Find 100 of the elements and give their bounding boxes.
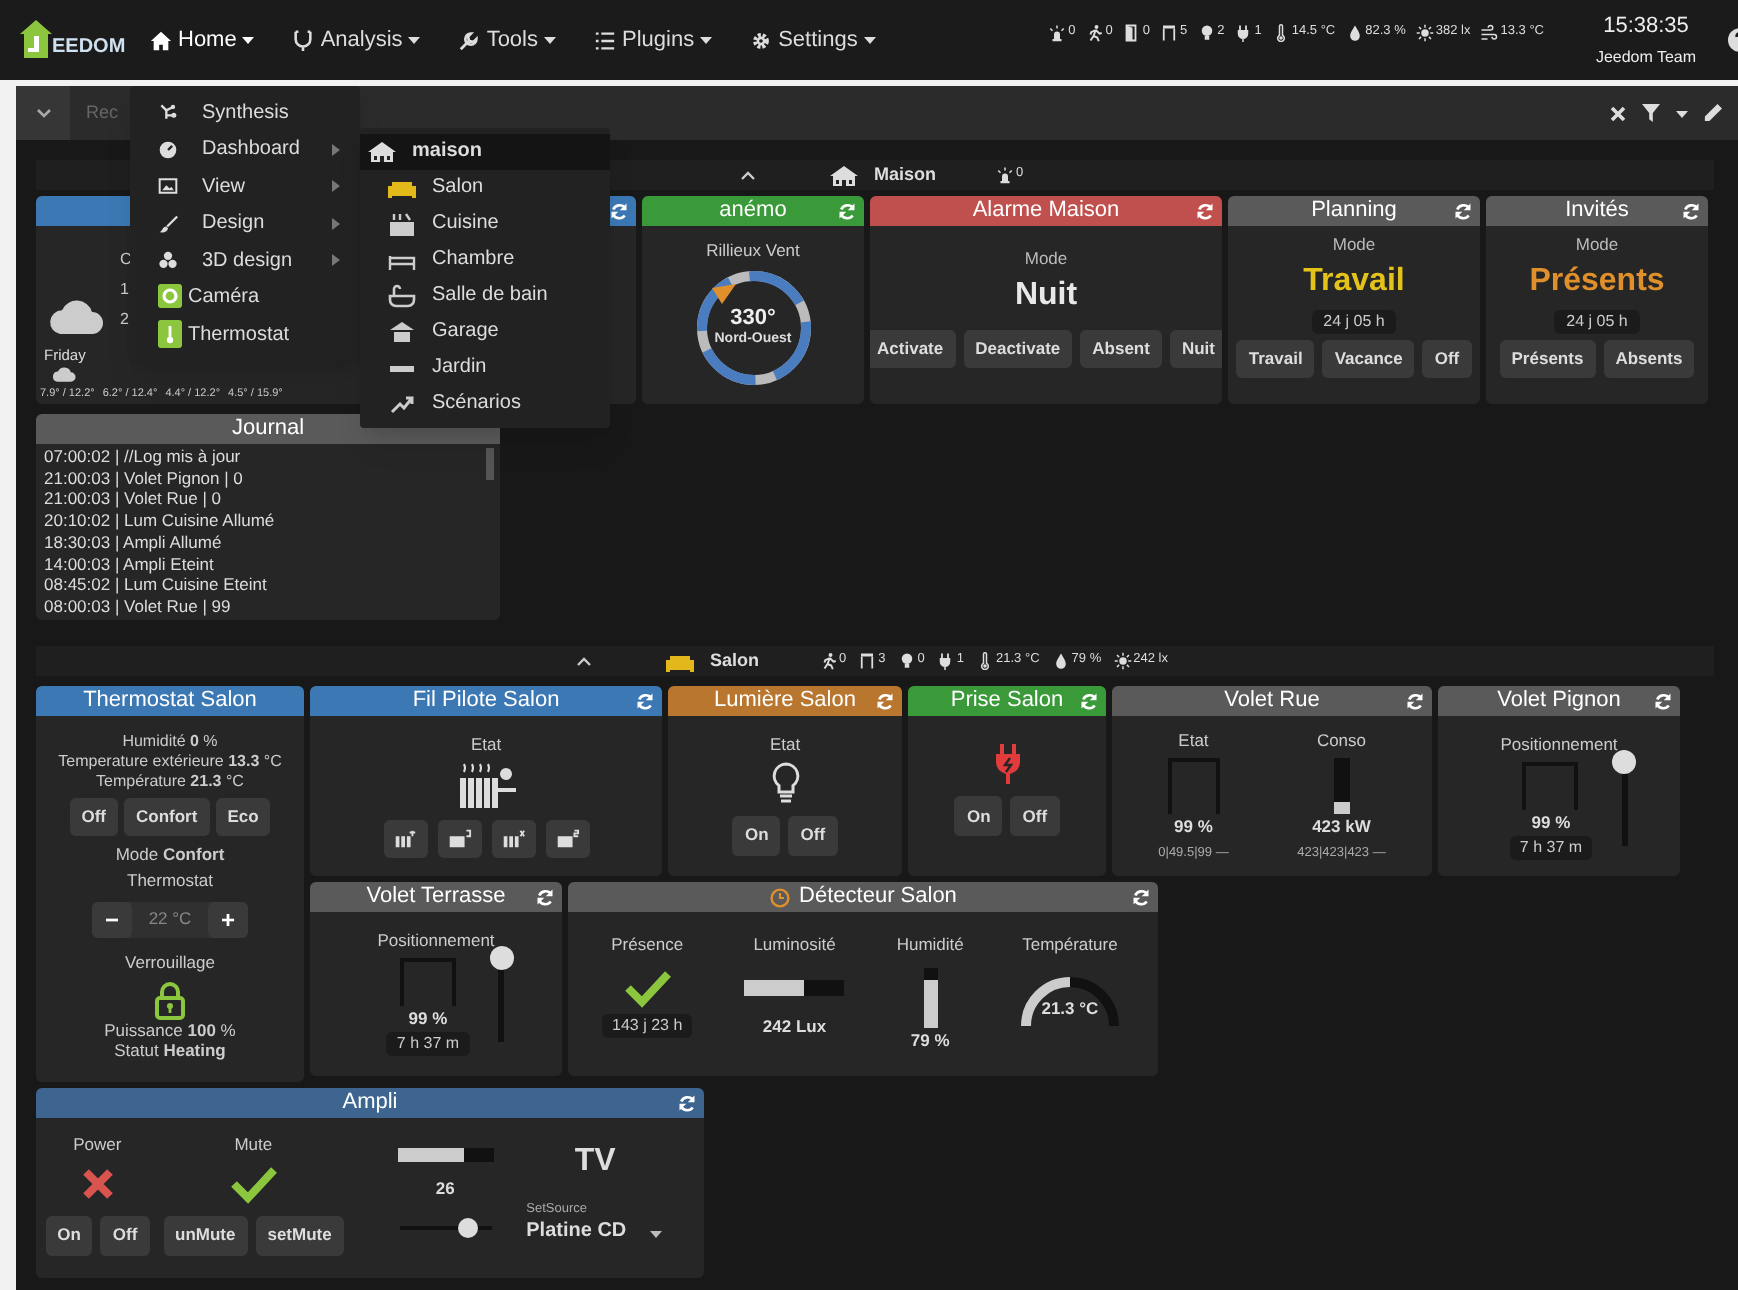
submenu-item[interactable]: Salon (360, 169, 610, 205)
menu-item[interactable]: Synthesis (130, 94, 360, 131)
widget-button[interactable]: Off (1422, 339, 1472, 378)
refresh-icon[interactable] (876, 692, 894, 710)
widget-button[interactable]: On (732, 815, 781, 856)
small-cloud-icon (52, 366, 77, 383)
preset-button[interactable] (383, 819, 427, 858)
increase-button[interactable]: + (208, 901, 248, 937)
widget-button[interactable]: Nuit (1169, 329, 1222, 368)
position-label: Positionnement (1500, 732, 1618, 758)
sensor-label: Présence (611, 932, 684, 958)
refresh-icon[interactable] (536, 888, 554, 906)
submenu-item[interactable]: Cuisine (360, 205, 610, 241)
widget-button[interactable]: Deactivate (963, 329, 1073, 368)
chevron-up-icon (740, 170, 756, 180)
nav-menu[interactable]: Analysis (292, 23, 421, 57)
slider-thumb[interactable] (489, 946, 514, 971)
refresh-icon[interactable] (1654, 692, 1672, 710)
pencil-icon[interactable] (1704, 104, 1722, 122)
refresh-icon[interactable] (1454, 202, 1472, 220)
nav-menu[interactable]: Plugins (594, 23, 713, 57)
position-label: Positionnement (377, 928, 495, 954)
siren-icon (1048, 23, 1067, 41)
search-field[interactable]: Rec (86, 99, 120, 127)
widget-title: Lumière Salon (714, 686, 856, 717)
submenu-item[interactable]: Chambre (360, 241, 610, 277)
user-name[interactable]: Jeedom Team (1595, 46, 1697, 71)
widget-button[interactable]: Off (69, 798, 118, 836)
widget-button[interactable]: unMute (163, 1215, 248, 1256)
preset-button[interactable] (437, 819, 481, 858)
slider-thumb[interactable] (1612, 750, 1637, 775)
scrollbar-thumb[interactable] (486, 448, 494, 480)
nav-menu[interactable]: Settings (750, 23, 876, 57)
refresh-icon[interactable] (1080, 692, 1098, 710)
refresh-icon[interactable] (1682, 202, 1700, 220)
thermostat-name: Thermostat (127, 867, 213, 893)
refresh-icon[interactable] (838, 202, 856, 220)
submenu-item[interactable]: Salle de bain (360, 277, 610, 313)
garage-icon (388, 319, 416, 343)
preset-button[interactable] (545, 819, 589, 858)
weather-text: 1 (120, 280, 131, 300)
sun-icon (1113, 652, 1132, 670)
decrease-button[interactable]: − (92, 901, 132, 937)
filter-icon[interactable] (1642, 104, 1660, 122)
sensor-label: Température (1022, 932, 1118, 958)
widget-button[interactable]: Vacance (1322, 339, 1415, 378)
submenu-item[interactable]: maison (360, 133, 610, 169)
widget-button[interactable]: Off (788, 815, 838, 856)
house-icon (368, 139, 396, 163)
widget-button[interactable]: Absent (1080, 329, 1162, 368)
submenu-item[interactable]: Garage (360, 313, 610, 349)
widget-title: Détecteur Salon (799, 882, 957, 913)
widget-button[interactable]: Activate (870, 329, 956, 368)
caret-icon (408, 34, 421, 46)
mode-label: Mode (1024, 246, 1068, 272)
widget-button[interactable]: Confort (124, 798, 210, 836)
gauge-icon (158, 139, 178, 160)
close-icon[interactable] (1610, 105, 1626, 121)
preset-button[interactable] (491, 819, 535, 858)
log-line: 14:00:03 | Ampli Eteint (44, 553, 216, 575)
widget-button[interactable]: Absents (1603, 339, 1695, 378)
duration-value: 24 j 05 h (1554, 309, 1640, 334)
menu-item[interactable]: 3D design (130, 242, 360, 279)
mode-value: Nuit (1014, 275, 1078, 316)
mode-label: Mode (1575, 232, 1619, 258)
log-line: 18:30:03 | Ampli Allumé (44, 531, 224, 554)
menu-item[interactable]: Thermostat (130, 316, 360, 353)
submenu-item[interactable]: Jardin (360, 349, 610, 385)
widget-button[interactable]: Travail (1236, 339, 1315, 378)
refresh-icon[interactable] (636, 692, 654, 710)
volume-slider-thumb[interactable] (458, 1217, 479, 1238)
position-value: 99 % (408, 1005, 448, 1031)
widget-button[interactable]: Off (1010, 796, 1060, 836)
radiator-icon (554, 827, 580, 850)
nav-menu[interactable]: Tools (458, 23, 556, 57)
consumption-label: Conso (1316, 728, 1367, 754)
duration-value: 7 h 37 m (1509, 835, 1593, 859)
thermostat-reading: Temperature extérieure 13.3 °C (58, 752, 282, 772)
widget-button[interactable]: On (45, 1215, 93, 1256)
submenu-item[interactable]: Scénarios (360, 385, 610, 421)
weather-text: 2 (120, 310, 131, 330)
menu-item[interactable]: Dashboard (130, 131, 360, 168)
refresh-icon[interactable] (1406, 692, 1424, 710)
refresh-icon[interactable] (678, 1094, 696, 1112)
camera-plugin-icon (158, 283, 182, 312)
refresh-icon[interactable] (610, 202, 628, 220)
refresh-icon[interactable] (1196, 202, 1214, 220)
widget-button[interactable]: Eco (215, 798, 271, 836)
widget-button[interactable]: Off (100, 1215, 150, 1256)
menu-item[interactable]: Design (130, 205, 360, 242)
widget-button[interactable]: On (954, 796, 1003, 836)
menu-item[interactable]: View (130, 168, 360, 205)
menu-item[interactable]: Caméra (130, 279, 360, 316)
widget-button[interactable]: Présents (1499, 339, 1596, 378)
humidity-value: 79 % (910, 1027, 950, 1053)
refresh-icon[interactable] (1132, 888, 1150, 906)
widget-button[interactable]: setMute (255, 1215, 344, 1256)
mode-value: Présents (1529, 261, 1665, 302)
nav-menu[interactable]: Home (150, 23, 255, 57)
logo-text: EEDOM (52, 38, 126, 58)
